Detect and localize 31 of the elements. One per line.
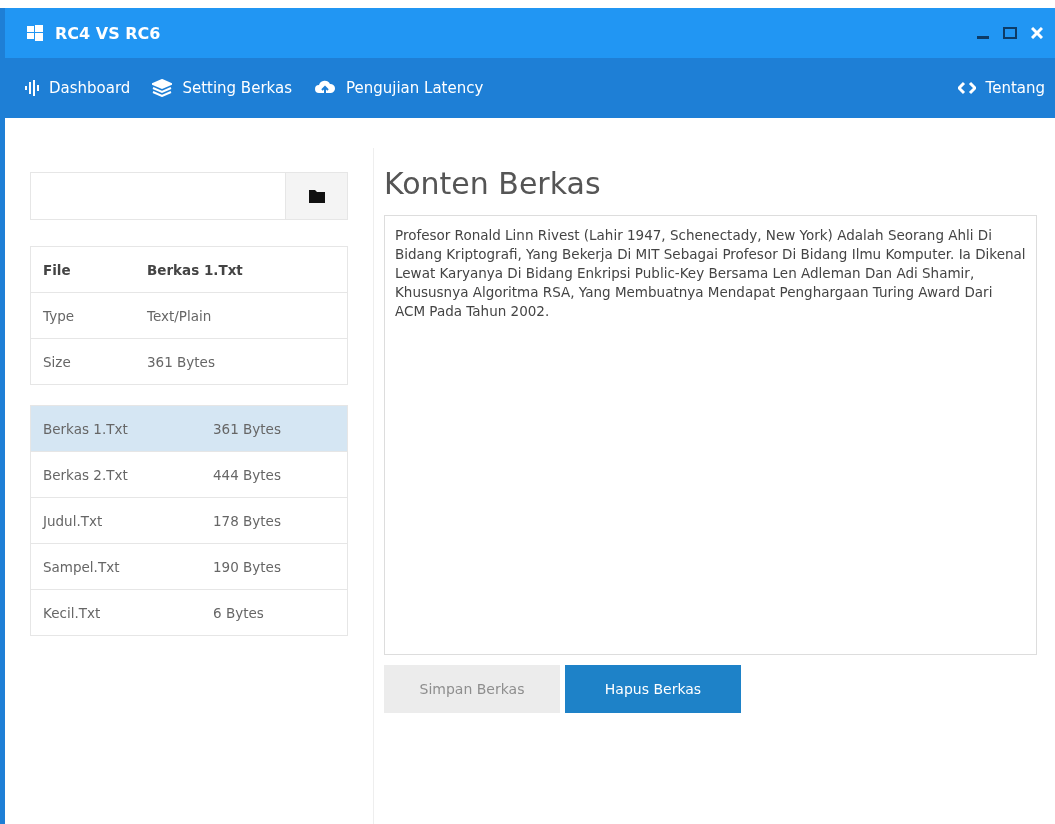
action-button[interactable]: Hapus Berkas <box>565 665 741 713</box>
file-list-item[interactable]: Berkas 2.Txt 444 Bytes <box>30 451 348 498</box>
close-button[interactable] <box>1031 27 1043 39</box>
info-value: 361 Bytes <box>135 338 348 385</box>
info-label: Type <box>30 292 135 339</box>
maximize-icon <box>1003 27 1017 39</box>
layers-icon <box>152 79 173 97</box>
nav-tab[interactable]: Setting Berkas <box>152 79 292 97</box>
folder-icon <box>308 189 325 203</box>
window-title: RC4 VS RC6 <box>55 23 162 43</box>
close-icon <box>1031 27 1043 39</box>
nav-tab[interactable]: Tentang <box>957 79 1045 97</box>
file-list-item[interactable]: Judul.Txt 178 Bytes <box>30 497 348 544</box>
minimize-icon <box>977 36 989 39</box>
info-label: Size <box>30 338 135 385</box>
nav-tab[interactable]: Pengujian Latency <box>314 79 484 97</box>
file-list-item[interactable]: Berkas 1.Txt 361 Bytes <box>30 405 348 452</box>
info-value: Berkas 1.Txt <box>135 246 348 293</box>
windows-logo-icon <box>27 25 43 41</box>
waveform-icon <box>25 80 39 96</box>
file-path-field[interactable] <box>30 172 348 220</box>
file-list-item[interactable]: Kecil.Txt 6 Bytes <box>30 589 348 636</box>
code-icon <box>957 81 976 95</box>
content-heading: Konten Berkas <box>384 166 602 201</box>
maximize-button[interactable] <box>1003 27 1017 39</box>
nav-tab[interactable]: Dashboard <box>25 79 131 97</box>
info-label: File <box>30 246 135 293</box>
info-value: Text/Plain <box>135 292 348 339</box>
content-text-area[interactable]: Profesor Ronald Linn Rivest (Lahir 1947, Schenectady, New York) Adalah Seorang Ahli Di Bidang Kriptografi, Yang Bekerja Di MIT Sebagai Profesor Di Bidang Ilmu Komputer. Ia Dikenal Lewat Karyanya Di Bidang Enkripsi Public-Key Bersama Len Adleman Dan Adi Shamir, Khususnya Algoritma RSA, Yang Membuatnya Mendapat Penghargaan Turing Award Dari ACM Pada Tahun 2002. <box>384 215 1037 655</box>
file-list-item[interactable]: Sampel.Txt 190 Bytes <box>30 543 348 590</box>
browse-button[interactable] <box>285 173 347 219</box>
